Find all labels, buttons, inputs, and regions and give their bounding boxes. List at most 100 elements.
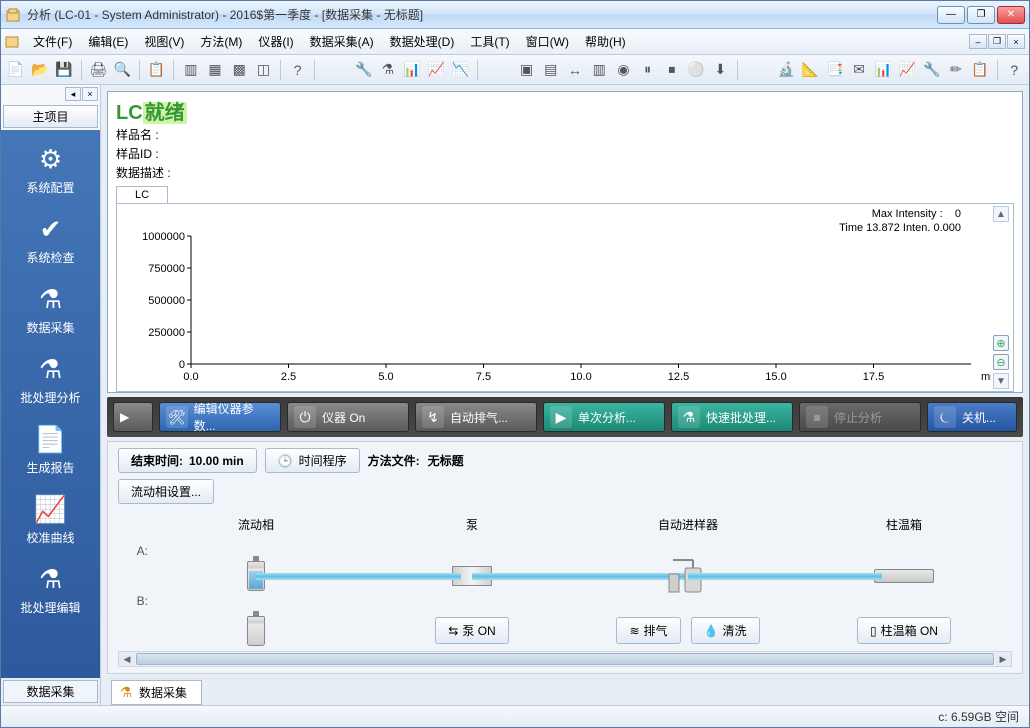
lc-status: LC就绪 [116,96,1014,125]
close-button[interactable]: ✕ [997,6,1025,24]
tb-open-icon[interactable]: 📂 [29,59,50,81]
svg-text:7.5: 7.5 [476,371,491,383]
tb-g-icon[interactable]: ⏹ [661,59,682,81]
sidebar-item-batch[interactable]: ⚗ 批处理分析 [3,346,98,416]
end-time-pill[interactable]: 结束时间: 10.00 min [118,448,257,473]
tb-help-icon[interactable]: ? [287,59,308,81]
tb-preview-icon[interactable]: 🔍 [112,59,133,81]
scroll-right-icon[interactable]: ▶ [995,652,1011,666]
purge-button[interactable]: ≋排气 [616,617,680,644]
oven-icon [874,569,934,583]
menu-method[interactable]: 方法(M) [192,31,250,52]
tb-new-icon[interactable]: 📄 [5,59,26,81]
lc-tab[interactable]: LC [116,186,168,203]
flask-tab-icon: ⚗ [118,685,134,701]
pump-on-button[interactable]: ⇆泵 ON [435,617,508,644]
scroll-down-icon[interactable]: ▼ [993,373,1009,389]
scroll-up-icon[interactable]: ▲ [993,206,1009,222]
zoom-in-icon[interactable]: ⊕ [993,335,1009,351]
svg-text:500000: 500000 [148,295,185,307]
action-quick-batch[interactable]: ⚗快速批处理... [671,402,793,432]
scroll-left-icon[interactable]: ◀ [119,652,135,666]
tb-panel1-icon[interactable]: ▥ [180,59,201,81]
sidebar-pin-icon[interactable]: ◂ [65,87,81,101]
bottom-tab-acquisition[interactable]: ⚗ 数据采集 [111,680,202,705]
menu-window[interactable]: 窗口(W) [518,31,577,52]
sidebar-item-system-check[interactable]: ✔ 系统检查 [3,206,98,276]
minimize-button[interactable]: — [937,6,965,24]
action-shutdown[interactable]: ⏾关机... [927,402,1017,432]
tb-h-icon[interactable]: ⚪ [686,59,707,81]
tb-inst5-icon[interactable]: 📉 [450,59,471,81]
sidebar-item-batch-edit[interactable]: ⚗ 批处理编辑 [3,556,98,626]
wash-button[interactable]: 💧清洗 [691,617,760,644]
svg-text:17.5: 17.5 [863,371,884,383]
tb-save-icon[interactable]: 💾 [53,59,74,81]
tb-p1-icon[interactable]: 🔬 [776,59,797,81]
clock-icon: 🕒 [278,454,293,468]
tb-inst3-icon[interactable]: 📊 [402,59,423,81]
tb-inst4-icon[interactable]: 📈 [426,59,447,81]
menu-processing[interactable]: 数据处理(D) [382,31,463,52]
tb-p9-icon[interactable]: 📋 [969,59,990,81]
mdi-restore[interactable]: ❐ [988,34,1006,49]
time-program-button[interactable]: 🕒 时间程序 [265,448,360,473]
tb-d-icon[interactable]: ▥ [589,59,610,81]
zoom-out-icon[interactable]: ⊖ [993,354,1009,370]
tb-p6-icon[interactable]: 📈 [897,59,918,81]
horizontal-scrollbar[interactable]: ◀ ▶ [118,651,1012,667]
channel-labels: A: B: [118,516,148,644]
shutdown-icon: ⏾ [934,406,956,428]
tb-inst2-icon[interactable]: ⚗ [377,59,398,81]
tb-copy-icon[interactable]: 📋 [146,59,167,81]
tb-p8-icon[interactable]: ✏ [945,59,966,81]
action-stop[interactable]: ⏹停止分析 [799,402,921,432]
tb-panel4-icon[interactable]: ◫ [253,59,274,81]
oven-on-button[interactable]: ▯柱温箱 ON [857,617,951,644]
menu-file[interactable]: 文件(F) [25,31,80,52]
sidebar-item-label: 生成报告 [5,459,96,476]
menu-help[interactable]: 帮助(H) [577,31,634,52]
svg-text:750000: 750000 [148,263,185,275]
tb-c-icon[interactable]: ↔ [564,59,585,81]
sidebar-item-system-config[interactable]: ⚙ 系统配置 [3,136,98,206]
maximize-button[interactable]: ❐ [967,6,995,24]
sidebar-close-icon[interactable]: × [82,87,98,101]
tb-i-icon[interactable]: ⬇ [710,59,731,81]
menu-edit[interactable]: 编辑(E) [80,31,136,52]
menu-acquisition[interactable]: 数据采集(A) [302,31,382,52]
window-title: 分析 (LC-01 - System Administrator) - 2016… [27,6,937,23]
tb-p5-icon[interactable]: 📊 [873,59,894,81]
action-edit-params[interactable]: 🛠编辑仪器参数... [159,402,281,432]
action-single-analysis[interactable]: ▶单次分析... [543,402,665,432]
menu-view[interactable]: 视图(V) [136,31,192,52]
tb-inst1-icon[interactable]: 🔧 [353,59,374,81]
main-area: LC就绪 样品名 : 样品ID : 数据描述 : LC Max Intensit… [101,85,1029,705]
sidebar-tab-footer[interactable]: 数据采集 [3,680,98,703]
tb-p4-icon[interactable]: ✉ [848,59,869,81]
tb-print-icon[interactable]: 🖨 [88,59,109,81]
tb-panel3-icon[interactable]: ▩ [229,59,250,81]
sidebar-item-data-acq[interactable]: ⚗ 数据采集 [3,276,98,346]
sidebar-item-calibration[interactable]: 📈 校准曲线 [3,486,98,556]
action-toggle[interactable]: ▶ [113,402,153,432]
tb-p3-icon[interactable]: 📑 [824,59,845,81]
action-instrument-on[interactable]: ⏻仪器 On [287,402,409,432]
mdi-minimize[interactable]: – [969,34,987,49]
tb-p2-icon[interactable]: 📐 [800,59,821,81]
tb-p7-icon[interactable]: 🔧 [921,59,942,81]
mdi-close[interactable]: × [1007,34,1025,49]
sidebar-tab-main[interactable]: 主项目 [3,105,98,128]
chart-side-controls: ▲ ⊕ ⊖ ▼ [991,206,1011,389]
tb-f-icon[interactable]: ⏸ [637,59,658,81]
action-auto-purge[interactable]: ↯自动排气... [415,402,537,432]
tb-e-icon[interactable]: ◉ [613,59,634,81]
sidebar-item-report[interactable]: 📄 生成报告 [3,416,98,486]
mobile-phase-settings-button[interactable]: 流动相设置... [118,479,214,504]
menu-tools[interactable]: 工具(T) [462,31,517,52]
tb-b-icon[interactable]: ▤ [540,59,561,81]
tb-panel2-icon[interactable]: ▦ [204,59,225,81]
menu-instrument[interactable]: 仪器(I) [250,31,301,52]
tb-help2-icon[interactable]: ? [1004,59,1025,81]
tb-a-icon[interactable]: ▣ [516,59,537,81]
